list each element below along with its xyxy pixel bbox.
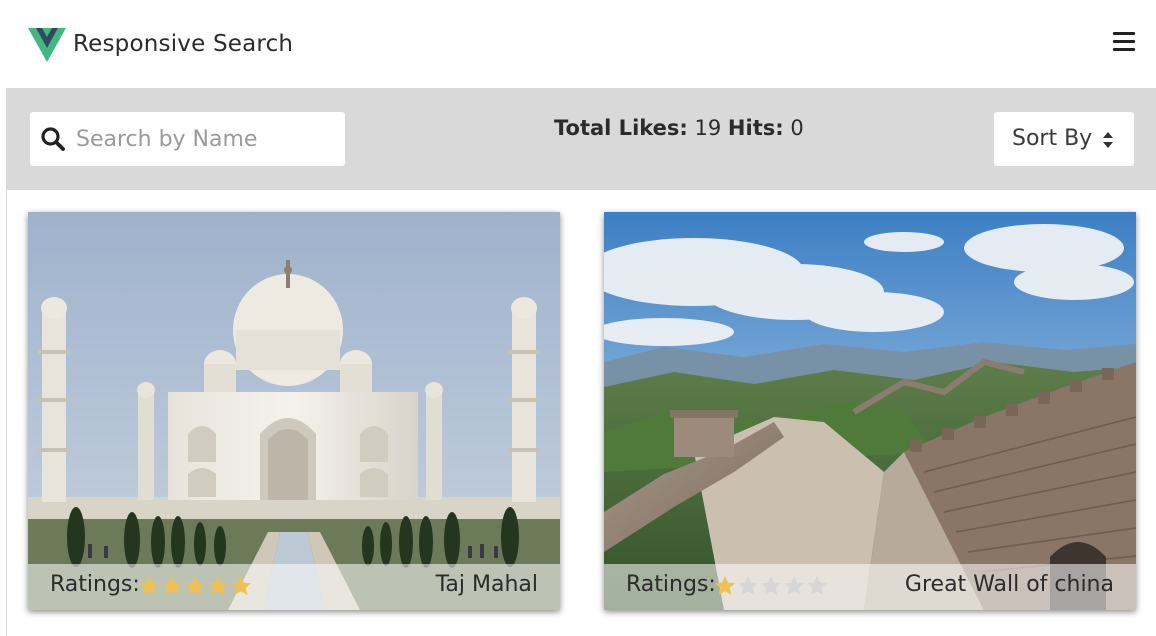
- ratings-label: Ratings:: [50, 572, 140, 597]
- search-toolbar: Total Likes: 19 Hits: 0 Sort By: [6, 88, 1156, 190]
- sort-arrows-icon: [1103, 132, 1113, 148]
- place-card[interactable]: Ratings: Great Wall of china: [604, 212, 1136, 610]
- taj-mahal-image: [28, 212, 560, 610]
- card-footer: Ratings: Taj Mahal: [28, 564, 560, 610]
- app-header: Responsive Search: [6, 4, 1156, 88]
- search-icon: [41, 127, 65, 151]
- hamburger-menu-icon[interactable]: [1113, 32, 1135, 54]
- likes-hits-stats: Total Likes: 19 Hits: 0: [554, 116, 804, 140]
- sort-by-label: Sort By: [1012, 126, 1093, 151]
- search-box[interactable]: [30, 112, 345, 166]
- star-filled-icon[interactable]: [207, 575, 229, 597]
- search-input[interactable]: [72, 118, 337, 160]
- ratings-label: Ratings:: [626, 572, 716, 597]
- place-card[interactable]: Ratings: Taj Mahal: [28, 212, 560, 610]
- vue-logo-icon: [28, 28, 66, 62]
- star-empty-icon[interactable]: [737, 575, 759, 597]
- star-filled-icon[interactable]: [138, 575, 160, 597]
- star-rating[interactable]: [714, 575, 829, 599]
- total-likes-label: Total Likes:: [554, 116, 688, 140]
- card-title: Great Wall of china: [904, 572, 1114, 597]
- app-title: Responsive Search: [73, 31, 294, 57]
- star-empty-icon[interactable]: [760, 575, 782, 597]
- star-filled-icon[interactable]: [714, 575, 736, 597]
- star-empty-icon[interactable]: [783, 575, 805, 597]
- star-empty-icon[interactable]: [806, 575, 828, 597]
- sort-by-select[interactable]: Sort By: [994, 112, 1134, 166]
- card-title: Taj Mahal: [435, 572, 538, 597]
- hits-label: Hits:: [727, 116, 784, 140]
- hits-value: 0: [790, 116, 804, 140]
- star-filled-icon[interactable]: [230, 575, 252, 597]
- star-filled-icon[interactable]: [161, 575, 183, 597]
- star-filled-icon[interactable]: [184, 575, 206, 597]
- great-wall-image: [604, 212, 1136, 610]
- star-rating[interactable]: [138, 575, 253, 599]
- card-footer: Ratings: Great Wall of china: [604, 564, 1136, 610]
- total-likes-value: 19: [694, 116, 722, 140]
